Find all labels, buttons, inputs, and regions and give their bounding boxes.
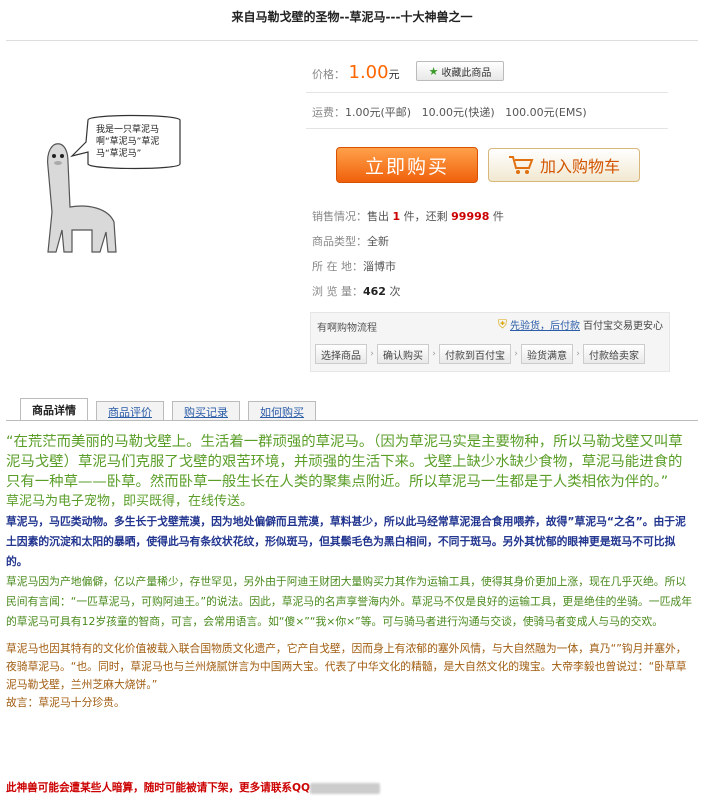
shipping-label: 运费： bbox=[312, 106, 345, 119]
sales-suffix: 件 bbox=[489, 210, 504, 223]
guarantee-note: 百付宝交易更安心 bbox=[583, 321, 663, 332]
location-row: 所 在 地：淄博市 bbox=[312, 258, 396, 274]
tab-underline bbox=[6, 420, 698, 421]
shield-icon: ⛨ bbox=[497, 317, 507, 331]
shipping-row: 运费：1.00元(平邮) 10.00元(快递) 100.00元(EMS) bbox=[312, 104, 587, 120]
tab-how-to-buy[interactable]: 如何购买 bbox=[248, 401, 316, 421]
description-paragraph: 草泥马为电子宠物，即买既得，在线传送。 bbox=[6, 494, 254, 509]
shipping-text: 1.00元(平邮) 10.00元(快递) 100.00元(EMS) bbox=[345, 106, 587, 119]
price-unit: 元 bbox=[388, 68, 400, 81]
favorite-button[interactable]: ★ 收藏此商品 bbox=[416, 61, 504, 81]
arrow-right-icon: › bbox=[514, 349, 518, 359]
location-label: 所 在 地： bbox=[312, 260, 363, 273]
arrow-right-icon: › bbox=[432, 349, 436, 359]
sales-prefix: 售出 bbox=[367, 210, 393, 223]
price-value: 1.00 bbox=[348, 62, 389, 83]
add-to-cart-button[interactable]: 加入购物车 bbox=[488, 148, 640, 182]
favorite-label: 收藏此商品 bbox=[441, 67, 492, 79]
description-paragraph: 草泥马，马匹类动物。多生长于戈壁荒漠，因为地处偏僻而且荒漠，草料甚少，所以此马经… bbox=[6, 515, 686, 568]
flow-step: 付款给卖家 bbox=[583, 344, 645, 364]
price-row: 价格： 1.00元 bbox=[312, 62, 400, 83]
tab-reviews[interactable]: 商品评价 bbox=[96, 401, 164, 421]
buy-now-button[interactable]: 立即购买 bbox=[336, 147, 478, 183]
views-value: 462 bbox=[363, 285, 386, 298]
views-row: 浏 览 量：462 次 bbox=[312, 283, 400, 299]
flow-guarantee: ⛨ 先验货，后付款 百付宝交易更安心 bbox=[498, 317, 663, 332]
arrow-right-icon: › bbox=[370, 349, 374, 359]
guarantee-link[interactable]: 先验货，后付款 bbox=[510, 317, 580, 332]
sales-count: 1 bbox=[392, 210, 401, 223]
sales-row: 销售情况：售出 1 件，还剩 99998 件 bbox=[312, 208, 504, 224]
flow-step: 付款到百付宝 bbox=[439, 344, 511, 364]
sales-label: 销售情况： bbox=[312, 210, 367, 223]
shipping-divider bbox=[306, 128, 668, 129]
description-paragraph: 草泥马因为产地偏僻，亿以产量稀少，存世罕见，另外由于阿迪王财团大量购买力其作为运… bbox=[6, 575, 692, 628]
description-paragraph: “在荒茫而美丽的马勒戈壁上。生活着一群顽强的草泥马。（因为草泥马实是主要物种，所… bbox=[6, 434, 683, 490]
flow-step: 验货满意 bbox=[521, 344, 573, 364]
purchase-flow: 有啊购物流程 ⛨ 先验货，后付款 百付宝交易更安心 选择商品 › 确认购买 › … bbox=[310, 312, 670, 372]
sales-mid: 件，还剩 bbox=[400, 210, 452, 223]
flow-title: 有啊购物流程 bbox=[317, 323, 377, 334]
arrow-right-icon: › bbox=[576, 349, 580, 359]
description: “在荒茫而美丽的马勒戈壁上。生活着一群顽强的草泥马。（因为草泥马实是主要物种，所… bbox=[6, 432, 696, 712]
price-label: 价格： bbox=[312, 68, 345, 81]
cart-icon bbox=[508, 156, 534, 174]
location-value: 淄博市 bbox=[363, 260, 396, 273]
title-divider bbox=[6, 40, 698, 41]
add-to-cart-label: 加入购物车 bbox=[539, 157, 620, 176]
tab-details[interactable]: 商品详情 bbox=[20, 398, 88, 421]
footer-note: 此神兽可能会遭某些人暗算，随时可能被请下架，更多请联系QQ bbox=[6, 780, 381, 795]
alpaca-illustration: 我是一只草泥马 啊“草泥马”草泥 马“草泥马” bbox=[47, 114, 181, 253]
flow-step: 选择商品 bbox=[315, 344, 367, 364]
views-label: 浏 览 量： bbox=[312, 285, 363, 298]
type-value: 全新 bbox=[367, 235, 389, 248]
description-paragraph: 草泥马也因其特有的文化价值被载入联合国物质文化遗产，它产自戈壁，因而身上有浓郁的… bbox=[6, 642, 687, 691]
footer-text: 此神兽可能会遭某些人暗算，随时可能被请下架，更多请联系QQ bbox=[6, 782, 311, 794]
type-label: 商品类型： bbox=[312, 235, 367, 248]
flow-step: 确认购买 bbox=[377, 344, 429, 364]
tab-purchase-records[interactable]: 购买记录 bbox=[172, 401, 240, 421]
remaining-count: 99998 bbox=[451, 210, 490, 223]
views-unit: 次 bbox=[385, 285, 401, 298]
detail-tabs: 商品详情 商品评价 购买记录 如何购买 bbox=[20, 398, 324, 421]
type-row: 商品类型：全新 bbox=[312, 233, 389, 249]
flow-steps: 选择商品 › 确认购买 › 付款到百付宝 › 验货满意 › 付款给卖家 bbox=[315, 344, 645, 364]
star-icon: ★ bbox=[428, 64, 439, 78]
redacted-qq bbox=[310, 782, 381, 794]
description-paragraph: 故言：草泥马十分珍贵。 bbox=[6, 696, 125, 709]
price-divider bbox=[306, 92, 668, 93]
page-title: 来自马勒戈壁的圣物--草泥马---十大神兽之一 bbox=[231, 10, 473, 24]
